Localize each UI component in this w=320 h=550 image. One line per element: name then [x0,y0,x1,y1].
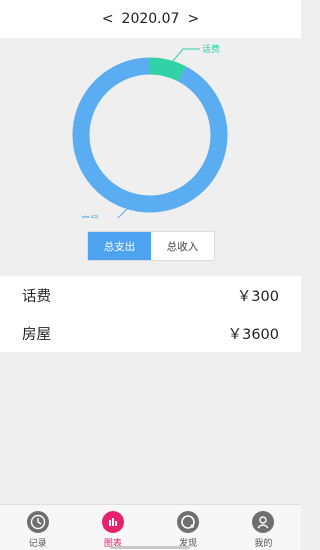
bottom-tab-bar: 记录 图表 发现 我的 [0,504,301,550]
list-item[interactable]: 话费 ￥300 [0,276,301,314]
prev-month-button[interactable]: < [100,11,116,27]
month-header: < 2020.07 > [0,0,301,38]
tab-discover[interactable]: 发现 [151,505,226,549]
list-item[interactable]: 房屋 ￥3600 [0,314,301,352]
total-expense-tab[interactable]: 总支出 [88,232,151,260]
next-month-button[interactable]: > [185,11,201,27]
slice-label-phone: 话费 [202,43,220,55]
tab-chart[interactable]: 图表 [75,505,150,549]
bar-chart-icon [101,511,124,533]
slice-label-house: 房屋 [81,214,99,218]
category-amount: ￥300 [236,288,279,305]
month-label: 2020.07 [121,11,180,27]
home-indicator [110,546,190,549]
category-list: 话费 ￥300 房屋 ￥3600 [0,276,301,352]
tab-mine[interactable]: 我的 [226,505,301,549]
category-name: 房屋 [22,326,51,343]
chart-area: 话费 房屋 总支出 总收入 [0,38,301,274]
user-icon [252,511,275,533]
discover-icon [177,511,200,533]
expense-income-toggle: 总支出 总收入 [87,231,215,261]
clock-icon [26,511,49,533]
category-name: 话费 [22,288,51,305]
category-amount: ￥3600 [227,326,279,343]
tab-mine-label: 我的 [254,539,273,549]
slice-leader-line-phone [171,48,200,63]
donut-slice-phone[interactable] [149,57,187,82]
total-income-tab[interactable]: 总收入 [151,232,214,260]
app-screen: < 2020.07 > 话费 房屋 总支出 总收入 话费 ￥300 房屋 ￥36… [0,0,301,550]
tab-record-label: 记录 [28,539,47,549]
donut-slice-house[interactable] [72,57,228,213]
tab-record[interactable]: 记录 [0,505,75,549]
donut-chart: 话费 房屋 [72,43,228,218]
